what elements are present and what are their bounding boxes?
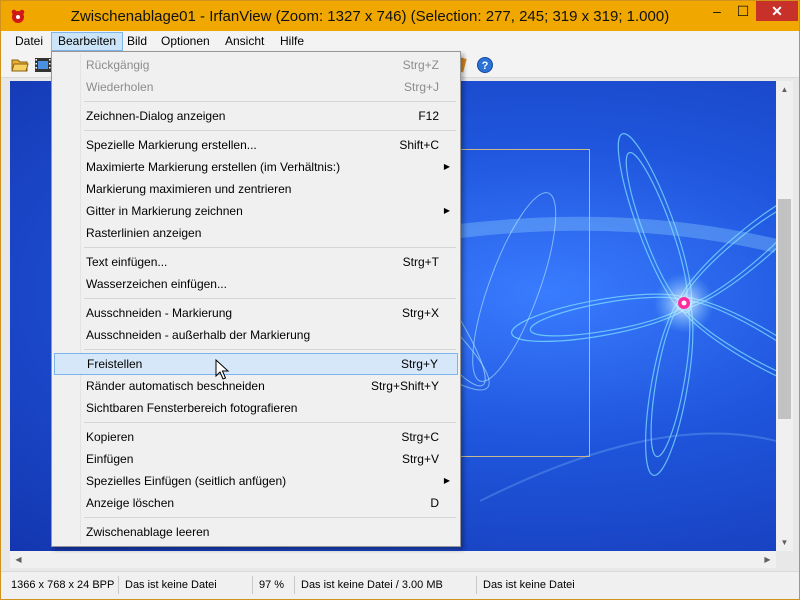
submenu-arrow-icon: ▶ <box>443 476 450 485</box>
menu-item-wasserzeichen-einfügen[interactable]: Wasserzeichen einfügen... <box>54 273 458 295</box>
menu-item-sichtbaren-fensterbereich-fotografieren[interactable]: Sichtbaren Fensterbereich fotografieren <box>54 397 458 419</box>
maximize-button[interactable]: ☐ <box>730 1 756 21</box>
menu-item-label: Maximierte Markierung erstellen (im Verh… <box>86 160 341 174</box>
menu-item-maximierte-markierung-erstellen-im-verhältnis[interactable]: Maximierte Markierung erstellen (im Verh… <box>54 156 458 178</box>
menu-item-markierung-maximieren-und-zentrieren[interactable]: Markierung maximieren und zentrieren <box>54 178 458 200</box>
scroll-down-icon[interactable]: ▼ <box>776 534 793 551</box>
help-icon[interactable]: ? <box>476 56 494 74</box>
menu-item-shortcut: Strg+C <box>401 430 439 444</box>
mouse-cursor-icon <box>215 359 230 380</box>
menu-separator <box>84 517 456 518</box>
menu-item-label: Ausschneiden - außerhalb der Markierung <box>86 328 311 342</box>
menu-item-shortcut: Strg+V <box>401 452 439 466</box>
close-button[interactable]: ✕ <box>756 1 798 21</box>
status-zoom: 97 % <box>255 576 295 594</box>
scroll-left-icon[interactable]: ◀ <box>10 551 27 568</box>
menu-datei[interactable]: Datei <box>9 32 49 51</box>
menu-item-ausschneiden-außerhalb-der-markierung[interactable]: Ausschneiden - außerhalb der Markierung <box>54 324 458 346</box>
menu-item-anzeige-löschen[interactable]: Anzeige löschen D <box>54 492 458 514</box>
menu-separator <box>84 349 456 350</box>
menu-item-shortcut: F12 <box>418 109 439 123</box>
menu-item-zwischenablage-leeren[interactable]: Zwischenablage leeren <box>54 521 458 543</box>
menu-item-kopieren[interactable]: Kopieren Strg+C <box>54 426 458 448</box>
submenu-arrow-icon: ▶ <box>443 206 450 215</box>
minimize-button[interactable]: – <box>704 1 730 21</box>
menu-item-label: Wasserzeichen einfügen... <box>86 277 227 291</box>
menu-ansicht[interactable]: Ansicht <box>219 32 270 51</box>
menu-item-label: Rasterlinien anzeigen <box>86 226 202 240</box>
menu-item-shortcut: Strg+X <box>401 306 439 320</box>
menu-separator <box>84 298 456 299</box>
scroll-right-icon[interactable]: ▶ <box>759 551 776 568</box>
status-file-size: Das ist keine Datei / 3.00 MB <box>297 576 477 594</box>
menu-item-zeichnen-dialog-anzeigen[interactable]: Zeichnen-Dialog anzeigen F12 <box>54 105 458 127</box>
menu-bar: Datei Bearbeiten Bild Optionen Ansicht H… <box>1 31 799 52</box>
filmstrip-icon[interactable] <box>34 56 52 74</box>
menu-item-shortcut: Strg+Z <box>402 58 439 72</box>
submenu-arrow-icon: ▶ <box>443 162 450 171</box>
menu-item-shortcut: Strg+Y <box>400 357 438 371</box>
menu-separator <box>84 130 456 131</box>
menu-separator <box>84 422 456 423</box>
menu-item-shortcut: Strg+J <box>403 80 439 94</box>
selection-rectangle[interactable] <box>460 149 590 457</box>
status-file-2: Das ist keine Datei <box>483 579 575 591</box>
menu-item-rasterlinien-anzeigen[interactable]: Rasterlinien anzeigen <box>54 222 458 244</box>
menu-item-shortcut: D <box>430 496 439 510</box>
menu-item-spezielle-markierung-erstellen[interactable]: Spezielle Markierung erstellen... Shift+C <box>54 134 458 156</box>
menu-item-label: Markierung maximieren und zentrieren <box>86 182 292 196</box>
title-bar[interactable]: Zwischenablage01 - IrfanView (Zoom: 1327… <box>1 1 799 31</box>
menu-item-label: Kopieren <box>86 430 135 444</box>
status-bar: 1366 x 768 x 24 BPP Das ist keine Datei … <box>1 571 799 599</box>
menu-item-label: Text einfügen... <box>86 255 168 269</box>
menu-item-wiederholen[interactable]: Wiederholen Strg+J <box>54 76 458 98</box>
menu-item-shortcut: Strg+T <box>402 255 439 269</box>
menu-item-label: Rückgängig <box>86 58 150 72</box>
menu-optionen[interactable]: Optionen <box>155 32 216 51</box>
vertical-scroll-thumb[interactable] <box>778 199 791 419</box>
status-file: Das ist keine Datei <box>121 576 253 594</box>
menu-item-label: Ausschneiden - Markierung <box>86 306 233 320</box>
menu-item-shortcut: Shift+C <box>399 138 439 152</box>
menu-item-gitter-in-markierung-zeichnen[interactable]: Gitter in Markierung zeichnen ▶ <box>54 200 458 222</box>
menu-item-freistellen[interactable]: Freistellen Strg+Y <box>54 353 458 375</box>
menu-item-label: Spezielles Einfügen (seitlich anfügen) <box>86 474 287 488</box>
vertical-scrollbar[interactable]: ▲ ▼ <box>776 81 793 551</box>
menu-item-label: Anzeige löschen <box>86 496 175 510</box>
menu-item-einfügen[interactable]: Einfügen Strg+V <box>54 448 458 470</box>
menu-item-label: Zeichnen-Dialog anzeigen <box>86 109 226 123</box>
folder-open-icon[interactable] <box>11 56 29 74</box>
menu-item-rückgängig[interactable]: Rückgängig Strg+Z <box>54 54 458 76</box>
menu-bearbeiten[interactable]: Bearbeiten <box>51 32 124 51</box>
menu-separator <box>84 247 456 248</box>
menu-item-ränder-automatisch-beschneiden[interactable]: Ränder automatisch beschneiden Strg+Shift… <box>54 375 458 397</box>
edit-menu-dropdown: Rückgängig Strg+Z Wiederholen Strg+J Zeichne… <box>51 51 461 547</box>
menu-separator <box>84 101 456 102</box>
menu-item-spezielles-einfügen-seitlich-anfügen[interactable]: Spezielles Einfügen (seitlich anfügen) ▶ <box>54 470 458 492</box>
menu-bild[interactable]: Bild <box>121 32 153 51</box>
horizontal-scrollbar[interactable]: ◀ ▶ <box>10 551 776 568</box>
menu-item-label: Freistellen <box>87 357 143 371</box>
menu-item-text-einfügen[interactable]: Text einfügen... Strg+T <box>54 251 458 273</box>
menu-item-label: Ränder automatisch beschneiden <box>86 379 265 393</box>
menu-item-label: Einfügen <box>86 452 134 466</box>
menu-item-shortcut: Strg+Shift+Y <box>370 379 439 393</box>
window-title: Zwischenablage01 - IrfanView (Zoom: 1327… <box>70 8 670 25</box>
scroll-up-icon[interactable]: ▲ <box>776 81 793 98</box>
irfanview-window: Zwischenablage01 - IrfanView (Zoom: 1327… <box>0 0 800 600</box>
menu-item-label: Wiederholen <box>86 80 154 94</box>
svg-text:?: ? <box>482 60 489 72</box>
menu-item-label: Zwischenablage leeren <box>86 525 210 539</box>
menu-item-ausschneiden-markierung[interactable]: Ausschneiden - Markierung Strg+X <box>54 302 458 324</box>
status-image-info: 1366 x 768 x 24 BPP <box>7 576 119 594</box>
menu-item-label: Gitter in Markierung zeichnen <box>86 204 243 218</box>
menu-item-label: Sichtbaren Fensterbereich fotografieren <box>86 401 298 415</box>
menu-item-label: Spezielle Markierung erstellen... <box>86 138 257 152</box>
menu-hilfe[interactable]: Hilfe <box>274 32 310 51</box>
